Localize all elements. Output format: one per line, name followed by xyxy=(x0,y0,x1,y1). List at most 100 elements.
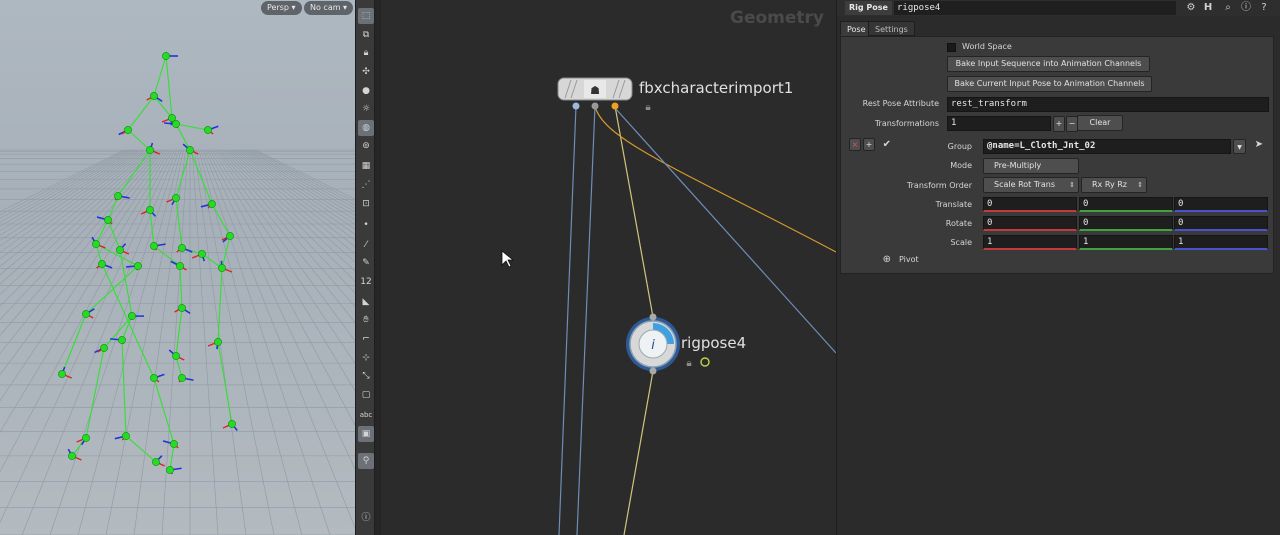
info-icon[interactable]: ⓘ xyxy=(1239,1,1253,15)
pen-icon[interactable]: ✎ xyxy=(358,255,374,271)
parameter-header: Rig Pose rigpose4 ⚙ H ⌕ ⓘ ? xyxy=(837,0,1280,16)
fbxcharacterimport-node[interactable]: ☗ 🔒︎ xyxy=(557,77,651,113)
joint-marker xyxy=(162,52,170,60)
select-arrow-icon[interactable]: ➤ xyxy=(1253,139,1263,150)
lock-icon[interactable]: 🔒︎ xyxy=(686,358,691,369)
pin-icon[interactable]: ⚲ xyxy=(358,453,374,469)
ruler-icon[interactable]: ⌐ xyxy=(358,331,374,347)
hand-icon[interactable]: ✋︎ xyxy=(358,312,374,328)
camera-icon[interactable]: ▣ xyxy=(358,426,374,442)
skeleton-bone xyxy=(175,197,183,249)
pivot-icon[interactable]: ⤡ xyxy=(358,368,374,384)
joint-marker xyxy=(82,434,90,442)
magnet-icon[interactable]: ⊚ xyxy=(358,138,374,154)
bake-current-button[interactable]: Bake Current Input Pose to Animation Cha… xyxy=(947,76,1152,92)
abc-icon[interactable]: abc xyxy=(358,407,374,423)
fbx-node-label[interactable]: fbxcharacterimport1 xyxy=(639,79,793,97)
number-icon[interactable]: 12 xyxy=(358,274,374,290)
search-icon[interactable]: ⌕ xyxy=(1221,1,1235,15)
node-name-field[interactable]: rigpose4 xyxy=(894,1,1176,15)
joint-marker xyxy=(82,310,90,318)
skeleton-bone xyxy=(217,267,223,343)
scene-viewport[interactable]: Persp ▾ No cam ▾ xyxy=(0,0,355,535)
box-select-icon[interactable]: ⧉ xyxy=(358,27,374,43)
pose-icon[interactable]: ✣ xyxy=(358,64,374,80)
skeleton-bone xyxy=(121,339,127,437)
rotate-z-field[interactable]: 0 xyxy=(1174,216,1268,231)
transform-icon[interactable]: ⊹ xyxy=(358,350,374,366)
clear-button[interactable]: Clear xyxy=(1077,115,1123,131)
group-menu-button[interactable]: ▼ xyxy=(1233,139,1246,154)
transform-order-value: Scale Rot Trans xyxy=(994,180,1055,189)
translate-x-field[interactable]: 0 xyxy=(983,197,1077,212)
group-label: Group xyxy=(947,142,972,151)
grid-icon[interactable]: ⋰ xyxy=(358,177,374,193)
rigpose-node-label[interactable]: rigpose4 xyxy=(681,334,746,352)
perspective-menu[interactable]: Persp ▾ xyxy=(261,1,302,15)
joint-marker xyxy=(122,432,130,440)
mode-value: Pre-Multiply xyxy=(994,161,1042,170)
joint-marker xyxy=(150,92,158,100)
brush-icon[interactable]: ⁄ xyxy=(358,237,374,253)
transformations-field[interactable]: 1 xyxy=(947,116,1051,131)
skeleton-bone xyxy=(153,55,167,97)
rotate-x-field[interactable]: 0 xyxy=(983,216,1077,231)
wire-blue-3 xyxy=(614,107,836,354)
snap-icon[interactable]: ◍ xyxy=(358,120,374,136)
help-h-icon[interactable]: H xyxy=(1201,1,1215,15)
updown-arrow-icon: ⇕ xyxy=(1137,181,1143,189)
output-port[interactable] xyxy=(649,367,657,375)
output-port-1[interactable] xyxy=(572,102,580,110)
input-port[interactable] xyxy=(649,313,657,321)
add-transformation-button[interactable]: + xyxy=(1053,116,1065,132)
cube-icon[interactable]: ▢ xyxy=(358,387,374,403)
translate-y-field[interactable]: 0 xyxy=(1079,197,1173,212)
joint-marker xyxy=(172,120,180,128)
skeleton-bone xyxy=(153,95,173,119)
joint-marker xyxy=(58,370,66,378)
tab-settings[interactable]: Settings xyxy=(868,21,915,36)
help-icon[interactable]: ? xyxy=(1257,1,1271,15)
gear-icon[interactable]: ⚙ xyxy=(1184,1,1198,15)
viewport-canvas[interactable] xyxy=(0,0,355,535)
joint-marker xyxy=(172,194,180,202)
bake-sequence-button[interactable]: Bake Input Sequence into Animation Chann… xyxy=(947,56,1150,72)
mode-menu[interactable]: Pre-Multiply xyxy=(983,158,1079,174)
output-port-3[interactable] xyxy=(611,102,619,110)
transform-order-menu[interactable]: Scale Rot Trans ⇕ xyxy=(983,177,1079,193)
select-icon[interactable]: ⬚ xyxy=(358,8,374,24)
rotate-order-menu[interactable]: Rx Ry Rz ⇕ xyxy=(1081,177,1147,193)
info-icon[interactable]: ⓘ xyxy=(358,510,374,526)
fill-icon[interactable]: ◣ xyxy=(358,294,374,310)
skeleton-bone xyxy=(165,55,173,119)
rigpose-icon: i xyxy=(651,338,655,353)
scale-x-field[interactable]: 1 xyxy=(983,235,1077,250)
lock-icon[interactable]: 🔒︎ xyxy=(645,102,650,113)
display-icon[interactable]: ⊡ xyxy=(358,196,374,212)
scale-y-field[interactable]: 1 xyxy=(1079,235,1173,250)
node-type-label: Rig Pose xyxy=(845,1,892,15)
lock-icon[interactable]: 🔒︎ xyxy=(358,45,374,61)
rest-pose-attribute-label: Rest Pose Attribute xyxy=(862,99,939,108)
skeleton-bone xyxy=(127,95,155,131)
sphere-icon[interactable]: ● xyxy=(358,83,374,99)
dot-icon[interactable]: • xyxy=(358,217,374,233)
joint-marker xyxy=(226,232,234,240)
light-icon[interactable]: ☼ xyxy=(358,101,374,117)
joint-marker xyxy=(204,126,212,134)
output-port-2[interactable] xyxy=(591,102,599,110)
shading-icon[interactable]: ▦ xyxy=(358,158,374,174)
expand-pivot-icon[interactable]: ⊕ xyxy=(881,254,891,265)
network-editor[interactable]: ☗ 🔒︎ i 🔒︎ Geometry fbxcharacterimport1 r… xyxy=(381,0,836,535)
pivot-folder-label[interactable]: Pivot xyxy=(899,255,919,264)
joint-marker xyxy=(214,338,222,346)
scale-z-field[interactable]: 1 xyxy=(1174,235,1268,250)
world-space-checkbox[interactable] xyxy=(947,43,956,52)
camera-menu[interactable]: No cam ▾ xyxy=(304,1,354,15)
rest-pose-attribute-field[interactable]: rest_transform xyxy=(947,97,1269,112)
translate-z-field[interactable]: 0 xyxy=(1174,197,1268,212)
group-field[interactable]: @name=L_Cloth_Jnt_02 xyxy=(983,139,1231,154)
skeleton-bone xyxy=(175,149,191,199)
rotate-y-field[interactable]: 0 xyxy=(1079,216,1173,231)
display-flag-icon[interactable] xyxy=(700,357,710,367)
